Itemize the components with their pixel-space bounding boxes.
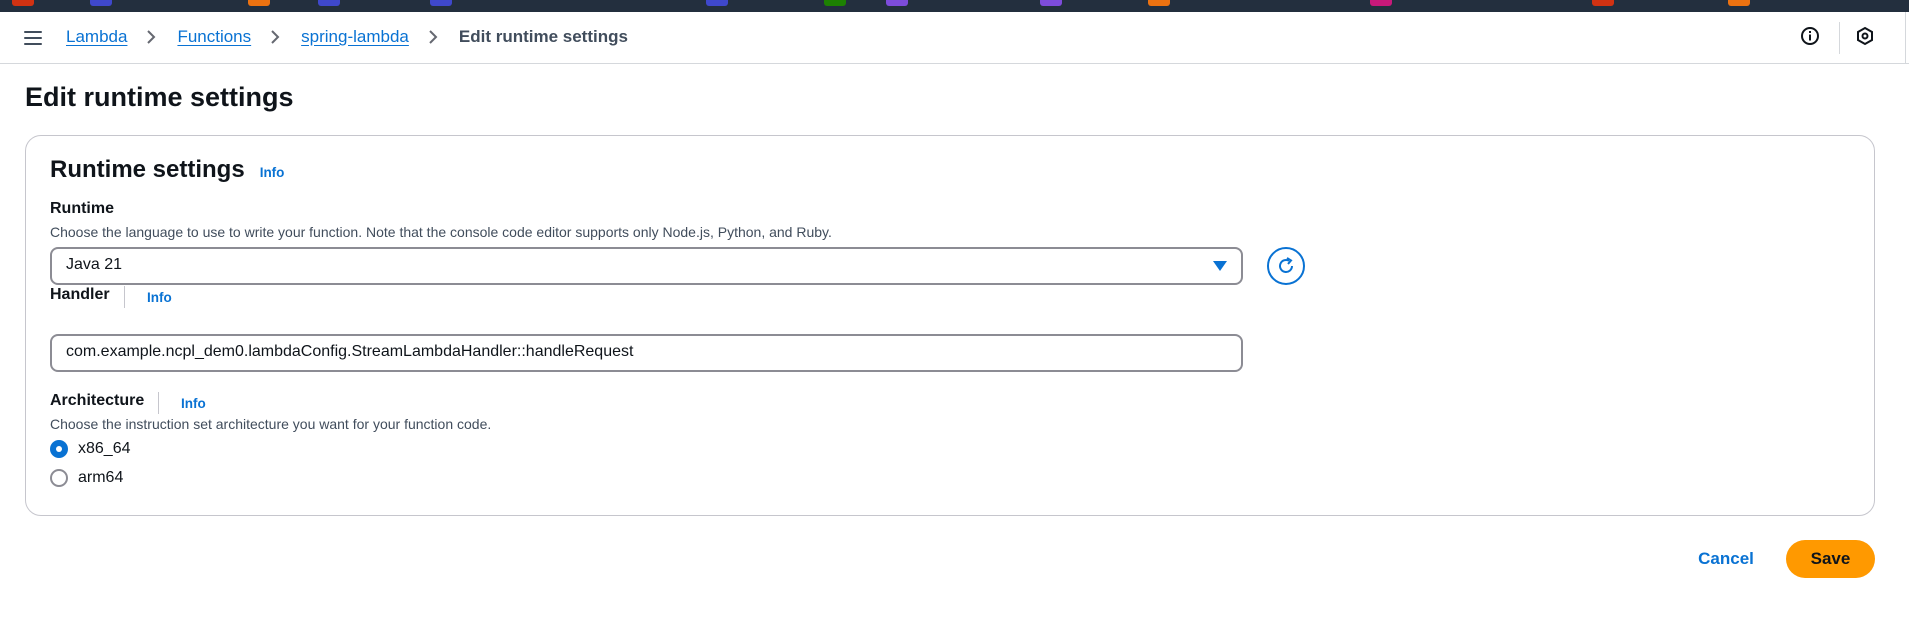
bookmark-favicon-icon[interactable] [1728,0,1750,6]
page-title: Edit runtime settings [25,82,294,112]
chevron-right-icon [139,27,165,47]
bookmark-favicon-icon[interactable] [248,0,270,6]
cancel-button[interactable]: Cancel [1686,544,1766,574]
bookmark-favicon-icon[interactable] [824,0,846,6]
architecture-option-arm64[interactable]: arm64 [50,469,123,487]
architecture-info-group: Info [158,392,206,414]
refresh-runtime-button[interactable] [1267,247,1305,285]
runtime-label: Runtime [50,200,114,217]
radio-unselected[interactable] [50,469,68,487]
handler-info-group: Info [124,286,172,308]
chevron-right-icon [421,27,447,47]
handler-label: Handler [50,286,110,303]
architecture-label: Architecture [50,392,145,409]
utility-divider [1839,22,1840,54]
browser-bookmark-strip [0,0,1909,12]
cloudshell-settings-icon[interactable] [1855,26,1875,51]
breadcrumb-spring-lambda[interactable]: spring-lambda [301,27,409,47]
bookmark-favicon-icon[interactable] [1592,0,1614,6]
bookmark-favicon-icon[interactable] [886,0,908,6]
breadcrumb-bar: Lambda Functions spring-lambda Edit runt… [0,12,1909,64]
handler-info-link[interactable]: Info [147,290,172,305]
architecture-option-label: arm64 [78,469,124,486]
architecture-option-label: x86_64 [78,440,131,457]
bookmark-favicon-icon[interactable] [90,0,112,6]
bookmark-favicon-icon[interactable] [12,0,34,6]
runtime-description: Choose the language to use to write your… [50,224,832,240]
hamburger-menu-icon[interactable] [24,31,42,45]
runtime-select[interactable]: Java 21 [50,247,1243,285]
chevron-right-icon [263,27,289,47]
bookmark-favicon-icon[interactable] [1370,0,1392,6]
card-header: Runtime settings Info [50,156,284,184]
card-title: Runtime settings [50,156,245,183]
architecture-option-x86-64[interactable]: x86_64 [50,440,131,458]
bookmark-favicon-icon[interactable] [1040,0,1062,6]
breadcrumb-functions[interactable]: Functions [177,27,251,47]
runtime-selected-value: Java 21 [66,256,123,273]
architecture-description: Choose the instruction set architecture … [50,416,492,432]
bookmark-favicon-icon[interactable] [430,0,452,6]
handler-input[interactable]: com.example.ncpl_dem0.lambdaConfig.Strea… [50,334,1243,372]
breadcrumb: Lambda Functions spring-lambda Edit runt… [66,27,628,47]
breadcrumb-lambda[interactable]: Lambda [66,27,127,47]
save-button[interactable]: Save [1786,540,1875,578]
info-circle-icon[interactable] [1800,26,1820,51]
bookmark-favicon-icon[interactable] [318,0,340,6]
panel-divider [1905,12,1906,64]
runtime-settings-info-link[interactable]: Info [260,165,285,180]
radio-selected[interactable] [50,440,68,458]
caret-down-icon [1213,261,1227,271]
bookmark-favicon-icon[interactable] [1148,0,1170,6]
refresh-icon [1279,257,1293,273]
bookmark-favicon-icon[interactable] [706,0,728,6]
breadcrumb-current: Edit runtime settings [458,27,628,46]
runtime-settings-card: Runtime settings Info Runtime Choose the… [25,135,1875,516]
architecture-info-link[interactable]: Info [181,396,206,411]
